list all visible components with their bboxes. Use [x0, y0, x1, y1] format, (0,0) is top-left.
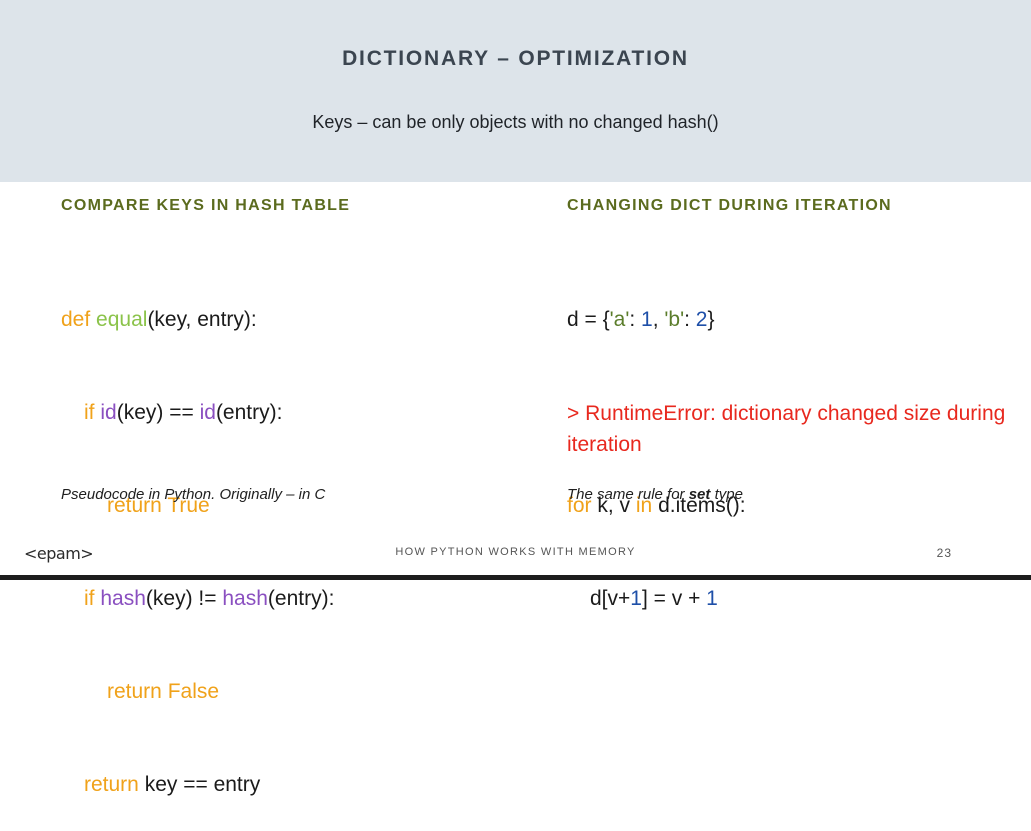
code-keyword: def [61, 308, 91, 331]
code-number: 1 [706, 587, 718, 610]
code-line: return key == entry [61, 769, 334, 800]
code-text: ] = v + [641, 587, 707, 610]
code-line: if hash(key) != hash(entry): [61, 583, 334, 614]
code-text: (entry): [267, 587, 335, 610]
note-prefix: The same rule for [567, 486, 685, 503]
code-line: if id(key) == id(entry): [61, 397, 334, 428]
code-text: d = { [567, 308, 610, 331]
code-text: : [684, 308, 696, 331]
slide-header: DICTIONARY – OPTIMIZATION Keys – can be … [0, 0, 1031, 182]
runtime-error-message: > RuntimeError: dictionary changed size … [567, 402, 1006, 456]
code-text: d[v+ [590, 587, 631, 610]
code-number: 2 [695, 308, 708, 331]
code-text: : [629, 308, 642, 331]
slide-title: DICTIONARY – OPTIMIZATION [342, 47, 689, 70]
code-keyword: if [84, 587, 95, 610]
code-number: 1 [641, 308, 653, 331]
footer-title: HOW PYTHON WORKS WITH MEMORY [395, 546, 636, 558]
code-keyword: return [84, 773, 139, 796]
code-text: , [652, 308, 665, 331]
code-text: } [707, 308, 715, 331]
code-function-name: equal [96, 308, 148, 331]
code-keyword: return [107, 680, 162, 703]
slide-subtitle: Keys – can be only objects with no chang… [312, 112, 719, 132]
bottom-divider [0, 575, 1031, 580]
code-string: 'a' [609, 308, 630, 331]
code-text: (key, entry): [147, 308, 257, 331]
code-line: return False [61, 676, 334, 707]
code-text: key == entry [144, 773, 261, 796]
note-suffix: type [714, 486, 743, 503]
code-line: d[v+1] = v + 1 [567, 583, 746, 614]
code-builtin: id [100, 401, 117, 424]
code-keyword: False [167, 680, 220, 703]
code-text: (key) == [116, 401, 194, 424]
right-heading: CHANGING DICT DURING ITERATION [567, 197, 892, 214]
left-note: Pseudocode in Python. Originally – in C [61, 486, 326, 503]
page-number: 23 [936, 546, 952, 560]
code-keyword: if [84, 401, 95, 424]
code-string: 'b' [664, 308, 685, 331]
code-builtin: hash [100, 587, 146, 610]
note-bold: set [688, 486, 711, 503]
code-builtin: id [199, 401, 216, 424]
code-builtin: hash [222, 587, 268, 610]
right-note: The same rule for set type [567, 486, 743, 503]
code-text: (key) != [145, 587, 217, 610]
code-text: (entry): [215, 401, 283, 424]
code-line: d = {'a': 1, 'b': 2} [567, 304, 746, 335]
code-number: 1 [630, 587, 642, 610]
code-line: def equal(key, entry): [61, 304, 334, 335]
left-code-block: def equal(key, entry): if id(key) == id(… [61, 242, 334, 831]
left-heading: COMPARE KEYS IN HASH TABLE [61, 197, 351, 214]
